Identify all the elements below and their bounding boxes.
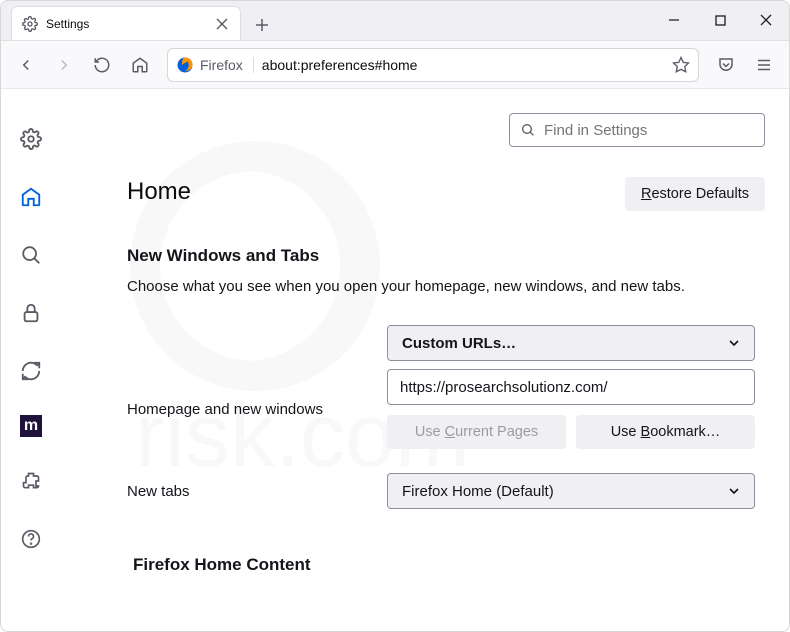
section-desc: Choose what you see when you open your h… xyxy=(127,276,761,297)
sidebar-item-extensions[interactable] xyxy=(17,467,45,495)
sidebar-item-more-mozilla[interactable]: m xyxy=(20,415,42,437)
chevron-down-icon xyxy=(728,337,740,349)
bookmark-star-icon[interactable] xyxy=(672,56,690,74)
homepage-mode-select[interactable]: Custom URLs… xyxy=(387,325,755,361)
sidebar-item-sync[interactable] xyxy=(17,357,45,385)
url-input[interactable] xyxy=(262,57,664,73)
url-bar[interactable]: Firefox xyxy=(167,48,699,82)
toolbar: Firefox xyxy=(1,41,789,89)
homepage-mode-value: Custom URLs… xyxy=(402,335,516,352)
find-in-settings-input[interactable] xyxy=(544,122,754,139)
gear-icon xyxy=(22,16,38,32)
sidebar-item-home[interactable] xyxy=(17,183,45,211)
find-in-settings-search[interactable] xyxy=(509,113,765,147)
sidebar-item-search[interactable] xyxy=(17,241,45,269)
window-maximize-button[interactable] xyxy=(697,0,743,40)
tab-settings[interactable]: Settings xyxy=(11,6,241,40)
sidebar-item-general[interactable] xyxy=(17,125,45,153)
homepage-row-label: Homepage and new windows xyxy=(127,401,387,418)
search-icon xyxy=(520,122,536,138)
forward-button xyxy=(47,48,81,82)
section-heading-home-content: Firefox Home Content xyxy=(133,555,761,575)
back-button[interactable] xyxy=(9,48,43,82)
titlebar: Settings xyxy=(1,1,789,41)
sidebar: m xyxy=(1,89,61,632)
window-minimize-button[interactable] xyxy=(651,0,697,40)
newtabs-select[interactable]: Firefox Home (Default) xyxy=(387,473,755,509)
chevron-down-icon xyxy=(728,485,740,497)
restore-defaults-button[interactable]: Restore Defaults xyxy=(625,177,765,211)
newtabs-row-label: New tabs xyxy=(127,483,387,500)
new-tab-button[interactable] xyxy=(247,10,277,40)
sidebar-item-privacy[interactable] xyxy=(17,299,45,327)
homepage-url-input[interactable] xyxy=(387,369,755,405)
menu-button[interactable] xyxy=(747,48,781,82)
firefox-logo-icon xyxy=(176,56,194,74)
newtabs-value: Firefox Home (Default) xyxy=(402,483,554,500)
home-button[interactable] xyxy=(123,48,157,82)
close-icon[interactable] xyxy=(214,16,230,32)
identity-label: Firefox xyxy=(200,57,254,73)
window-close-button[interactable] xyxy=(743,0,789,40)
sidebar-item-help[interactable] xyxy=(17,525,45,553)
tab-title: Settings xyxy=(46,17,206,31)
section-heading-new-windows: New Windows and Tabs xyxy=(127,246,761,266)
use-bookmark-button[interactable]: Use Bookmark… xyxy=(576,415,755,449)
reload-button[interactable] xyxy=(85,48,119,82)
use-current-pages-button: Use Current Pages xyxy=(387,415,566,449)
pocket-button[interactable] xyxy=(709,48,743,82)
